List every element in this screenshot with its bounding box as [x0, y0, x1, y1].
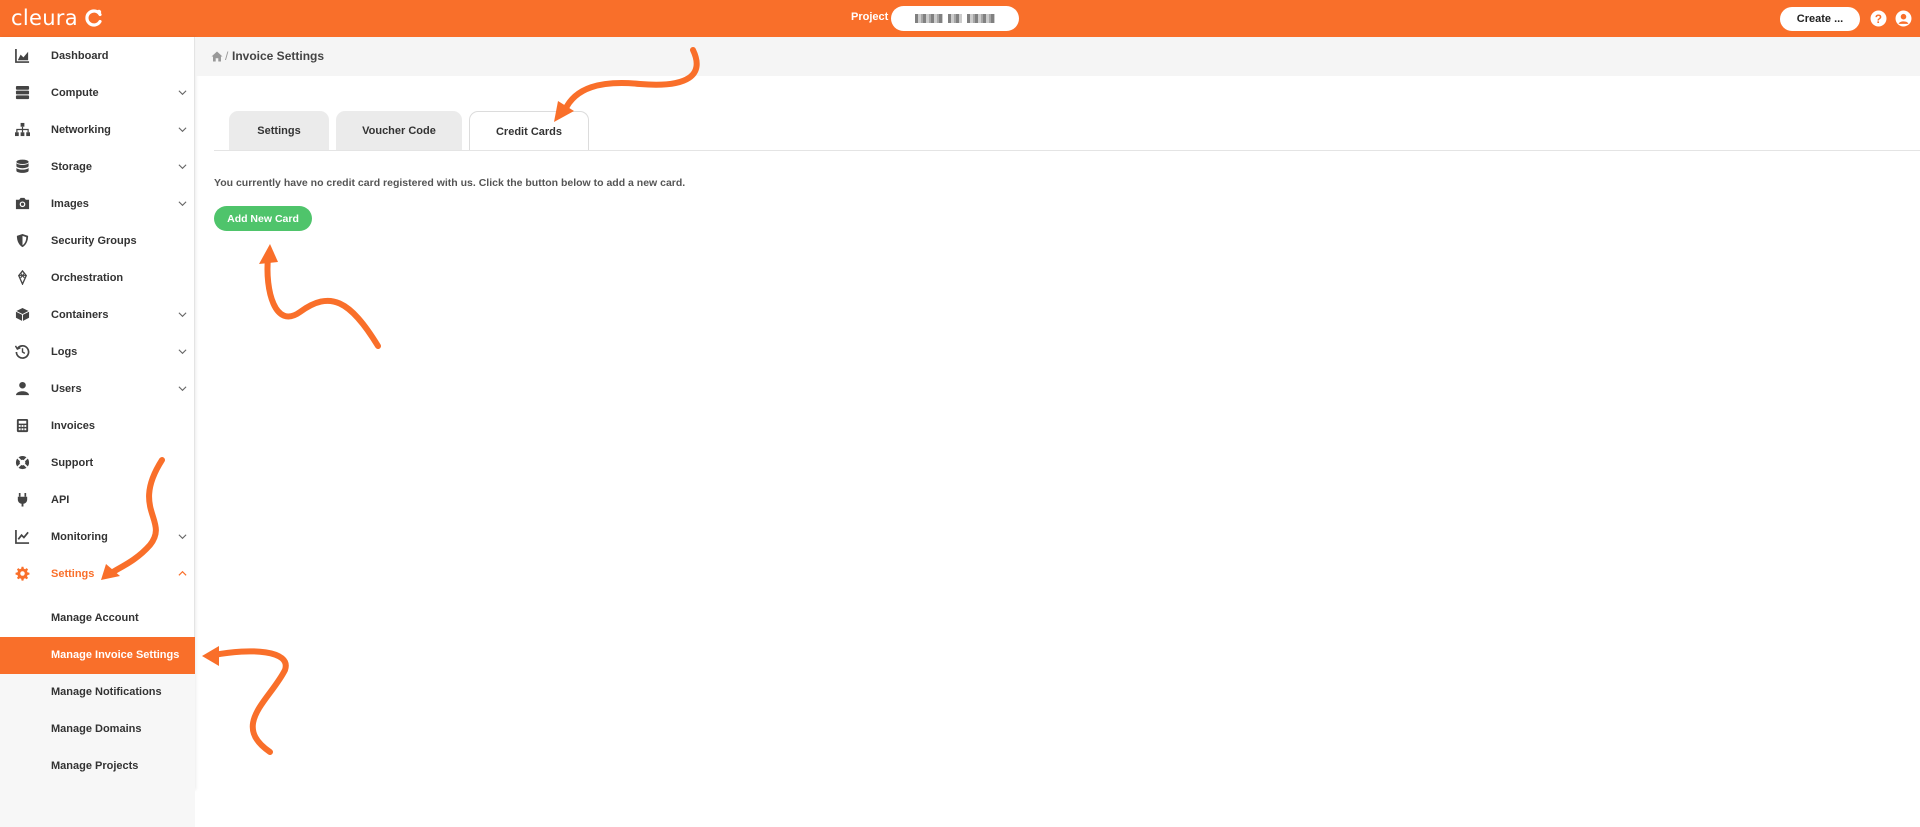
lifebuoy-icon [15, 455, 30, 470]
tab-label: Settings [257, 124, 301, 137]
breadcrumb-separator: / [225, 49, 229, 63]
sidebar-item-label: Dashboard [51, 49, 109, 62]
chevron-down-icon [178, 349, 187, 355]
cleura-logo[interactable]: cleura [11, 5, 104, 31]
arrowhead-add-card [259, 244, 278, 264]
no-card-message: You currently have no credit card regist… [214, 177, 686, 189]
submenu-item-manage-invoice-settings[interactable]: Manage Invoice Settings [0, 637, 195, 674]
sidebar-item-label: Networking [51, 123, 111, 136]
add-new-card-button[interactable]: Add New Card [214, 206, 312, 231]
submenu-item-label: Manage Notifications [51, 686, 162, 698]
line-chart-icon [15, 529, 30, 544]
submenu-item-label: Manage Invoice Settings [51, 649, 180, 661]
sidebar-item-logs[interactable]: Logs [0, 333, 195, 370]
tab-voucher-code[interactable]: Voucher Code [336, 111, 462, 150]
chart-area-icon [15, 48, 30, 63]
sidebar-item-label: API [51, 493, 70, 506]
chevron-up-icon [178, 570, 187, 576]
chevron-down-icon [178, 312, 187, 318]
submenu-item-manage-account[interactable]: Manage Account [0, 600, 195, 637]
chevron-down-icon [178, 90, 187, 96]
sidebar-item-label: Storage [51, 160, 92, 173]
arrow-to-invoice-settings [211, 648, 289, 755]
sidebar-item-api[interactable]: API [0, 481, 195, 518]
sidebar-item-support[interactable]: Support [0, 444, 195, 481]
sidebar-item-label: Compute [51, 86, 99, 99]
history-icon [15, 345, 30, 359]
question-circle-icon[interactable]: ? [1870, 10, 1887, 27]
sidebar-item-compute[interactable]: Compute [0, 74, 195, 111]
submenu-item-label: Manage Projects [51, 760, 139, 772]
chevron-down-icon [178, 386, 187, 392]
layers-icon [17, 270, 28, 285]
submenu-item-manage-notifications[interactable]: Manage Notifications [0, 674, 195, 711]
submenu-item-label: Manage Account [51, 612, 139, 624]
sidebar-item-label: Users [51, 382, 82, 395]
sidebar-item-label: Containers [51, 308, 109, 321]
tab-label: Credit Cards [495, 125, 563, 138]
sidebar-item-orchestration[interactable]: Orchestration [0, 259, 195, 296]
logo-mark-icon [85, 9, 102, 27]
chevron-down-icon [178, 164, 187, 170]
sidebar-item-monitoring[interactable]: Monitoring [0, 518, 195, 555]
redacted-project-name [948, 14, 962, 23]
arrowhead-invoice-settings [202, 646, 219, 666]
redacted-project-name [915, 14, 943, 23]
project-label: Project [851, 11, 889, 23]
sidebar-item-security-groups[interactable]: Security Groups [0, 222, 195, 259]
submenu-item-manage-domains[interactable]: Manage Domains [0, 711, 195, 748]
tab-credit-cards[interactable]: Credit Cards [469, 111, 589, 151]
gear-icon [15, 566, 30, 581]
sidebar-item-networking[interactable]: Networking [0, 111, 195, 148]
calculator-icon [16, 418, 29, 433]
project-select[interactable] [891, 6, 1019, 31]
plug-icon [17, 492, 28, 507]
sidebar-item-label: Support [51, 456, 94, 469]
user-circle-icon[interactable] [1895, 10, 1912, 27]
chevron-down-icon [178, 534, 187, 540]
sidebar-item-containers[interactable]: Containers [0, 296, 195, 333]
sidebar-item-storage[interactable]: Storage [0, 148, 195, 185]
sidebar-item-label: Monitoring [51, 530, 108, 543]
sidebar-item-dashboard[interactable]: Dashboard [0, 37, 195, 74]
arrow-to-add-card-button [264, 255, 381, 349]
svg-text:?: ? [1875, 13, 1882, 26]
page-title: Invoice Settings [232, 49, 325, 63]
sidebar-item-label: Images [51, 197, 89, 210]
user-icon [15, 381, 30, 396]
sitemap-icon [15, 122, 30, 137]
sidebar-item-label: Logs [51, 345, 78, 358]
tab-label: Voucher Code [362, 124, 436, 137]
sidebar-item-label: Invoices [51, 419, 96, 432]
database-icon [16, 159, 29, 173]
chevron-down-icon [178, 127, 187, 133]
server-icon [15, 85, 30, 100]
sidebar-item-images[interactable]: Images [0, 185, 195, 222]
create-button[interactable]: Create ... [1780, 7, 1860, 31]
sidebar-item-invoices[interactable]: Invoices [0, 407, 195, 444]
camera-icon [15, 197, 30, 210]
cube-icon [15, 307, 30, 322]
submenu-item-manage-projects[interactable]: Manage Projects [0, 748, 195, 785]
tab-settings[interactable]: Settings [229, 111, 329, 150]
redacted-project-name [967, 14, 995, 23]
sidebar-item-label: Security Groups [51, 234, 137, 247]
sidebar-item-users[interactable]: Users [0, 370, 195, 407]
sidebar-item-label: Orchestration [51, 271, 124, 284]
sidebar: Dashboard Compute Networking Storage Ima… [0, 37, 195, 827]
logo-text: cleura [11, 6, 78, 30]
home-icon[interactable] [211, 51, 223, 62]
sidebar-item-settings[interactable]: Settings [0, 555, 195, 592]
sidebar-item-label: Settings [51, 567, 95, 580]
tab-divider [214, 150, 1920, 151]
breadcrumb: / Invoice Settings [196, 37, 1920, 76]
top-bar: cleura Project Create ... ? [0, 0, 1920, 37]
chevron-down-icon [178, 201, 187, 207]
shield-icon [16, 233, 29, 248]
submenu-item-label: Manage Domains [51, 723, 142, 735]
